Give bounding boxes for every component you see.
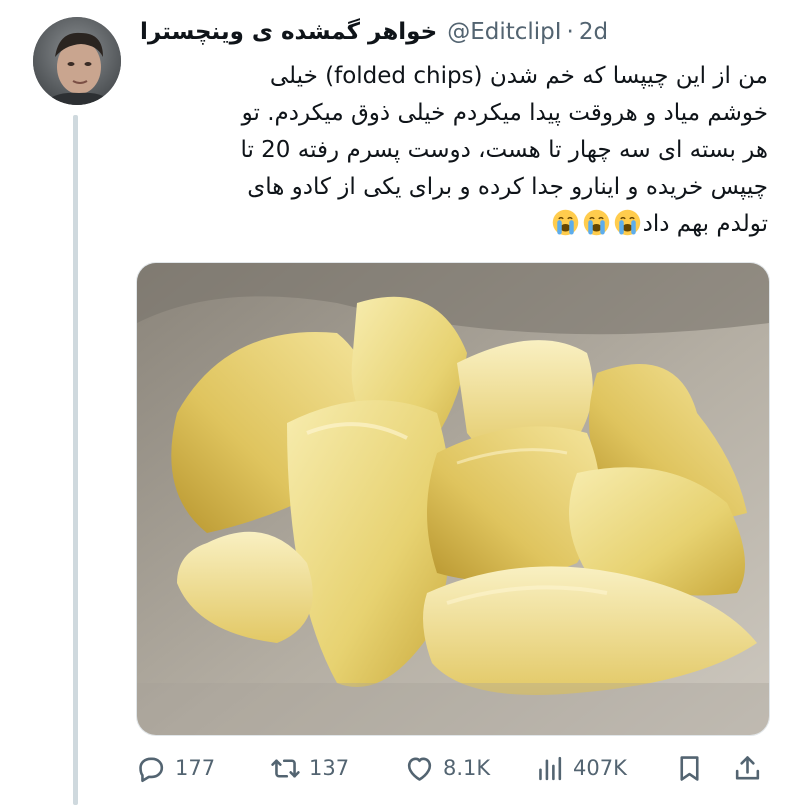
- username-handle[interactable]: @EditclipI: [447, 19, 561, 45]
- tweet-media-photo[interactable]: [136, 262, 770, 736]
- folded-chips-photo: [137, 263, 769, 735]
- loudly-crying-face-icon: [583, 209, 609, 236]
- thread-line: [73, 115, 78, 805]
- display-name[interactable]: خواهر گمشده ی وینچسترا: [140, 19, 437, 45]
- tweet-text-line: چیپس خریده و اینارو جدا کرده و برای یکی …: [247, 174, 768, 200]
- retweet-button[interactable]: 137: [270, 748, 349, 788]
- reply-icon: [139, 757, 164, 782]
- loudly-crying-face-icon: [614, 209, 640, 236]
- tweet-text-line-last: تولدم بهم داد: [140, 206, 768, 243]
- action-bar: 177 137 8.1K 407K: [136, 748, 768, 788]
- like-button[interactable]: 8.1K: [404, 748, 490, 788]
- separator-dot: ·: [566, 19, 574, 45]
- share-button[interactable]: [732, 748, 763, 788]
- share-icon: [735, 755, 760, 779]
- reply-button[interactable]: 177: [136, 748, 215, 788]
- reply-count: 177: [175, 756, 216, 780]
- bookmark-button[interactable]: [674, 748, 705, 788]
- views-button[interactable]: 407K: [534, 748, 627, 788]
- tweet-text-line: خوشم میاد و هروقت پیدا میکردم خیلی ذوق م…: [241, 100, 768, 126]
- tweet-text: من از این چیپسا که خم شدن (folded chips)…: [140, 58, 768, 243]
- tweet: خواهر گمشده ی وینچسترا @EditclipI · 2d م…: [0, 0, 800, 805]
- views-count: 407K: [573, 756, 627, 780]
- tweet-text-line: تولدم بهم داد: [642, 211, 768, 237]
- bookmark-icon: [680, 755, 699, 781]
- tweet-header: خواهر گمشده ی وینچسترا @EditclipI · 2d: [140, 14, 780, 50]
- avatar-photo: [33, 17, 121, 105]
- tweet-text-line: هر بسته ای سه چهار تا هست، دوست پسرم رفت…: [240, 137, 768, 163]
- loudly-crying-face-icon: [552, 209, 578, 236]
- timestamp[interactable]: 2d: [579, 19, 608, 45]
- like-icon: [407, 757, 432, 781]
- like-count: 8.1K: [443, 756, 491, 780]
- avatar[interactable]: [33, 17, 121, 105]
- views-icon: [539, 756, 562, 780]
- retweet-count: 137: [309, 756, 350, 780]
- tweet-text-line: من از این چیپسا که خم شدن (folded chips)…: [269, 63, 768, 89]
- retweet-icon: [271, 758, 300, 778]
